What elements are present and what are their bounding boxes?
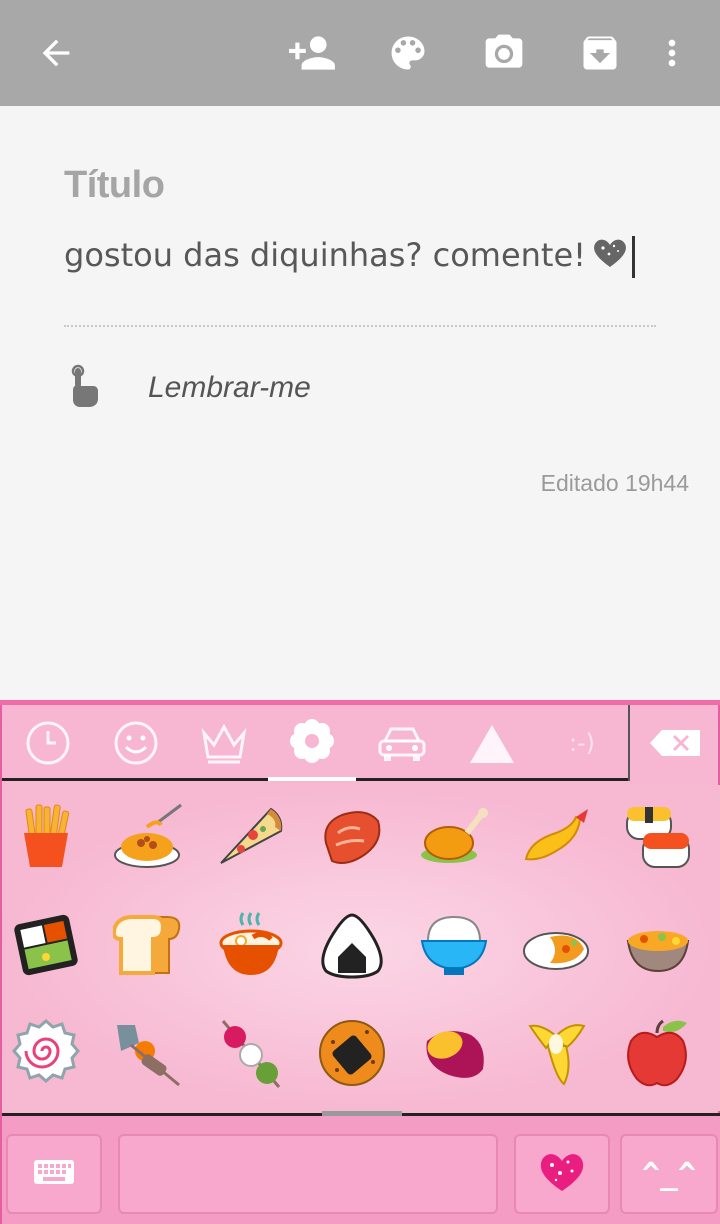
sparkle-heart-icon — [592, 237, 628, 277]
emoji-grid — [2, 785, 720, 1111]
bento-box-icon[interactable] — [6, 905, 86, 985]
roasted-sweet-potato-icon[interactable] — [414, 1013, 494, 1093]
spaghetti-icon[interactable] — [108, 797, 188, 877]
pointing-finger-icon — [64, 364, 100, 413]
note-title-field[interactable]: Título — [64, 164, 165, 207]
sparkle-heart-button[interactable] — [514, 1134, 610, 1214]
more-vert-icon[interactable] — [644, 25, 700, 81]
note-body-text: gostou das diquinhas? comente! — [64, 236, 586, 274]
reminder-label: Lembrar-me — [148, 371, 311, 404]
cooked-rice-icon[interactable] — [414, 905, 494, 985]
banana-icon[interactable] — [516, 1013, 596, 1093]
clock-icon[interactable] — [4, 705, 92, 781]
dango-icon[interactable] — [210, 1013, 290, 1093]
note-body-field[interactable]: gostou das diquinhas? comente! — [64, 236, 635, 278]
fried-shrimp-icon[interactable] — [516, 797, 596, 877]
archive-icon[interactable] — [572, 25, 628, 81]
triangle-icon[interactable] — [448, 705, 536, 781]
crown-icon[interactable] — [180, 705, 268, 781]
divider — [64, 325, 656, 327]
fish-cake-icon[interactable] — [6, 1013, 86, 1093]
pizza-icon[interactable] — [210, 797, 290, 877]
keyboard-toggle-button[interactable] — [6, 1134, 102, 1214]
backspace-icon[interactable] — [638, 715, 714, 771]
bread-icon[interactable] — [108, 905, 188, 985]
sushi-icon[interactable] — [618, 797, 698, 877]
red-apple-icon[interactable] — [618, 1013, 698, 1093]
keyboard-frame: :-) ^_^ — [0, 705, 720, 1224]
stew-icon[interactable] — [618, 905, 698, 985]
poultry-leg-icon[interactable] — [414, 797, 494, 877]
french-fries-icon[interactable] — [6, 797, 86, 877]
car-icon[interactable] — [358, 705, 446, 781]
emoji-keyboard: :-) ^_^ — [0, 700, 720, 1224]
back-arrow-icon[interactable] — [28, 25, 84, 81]
kaomoji-label: ^_^ — [641, 1156, 697, 1192]
app-toolbar — [0, 0, 720, 106]
category-divider — [628, 705, 630, 781]
text-cursor — [631, 236, 635, 278]
keyboard-bottom-row: ^_^ — [2, 1116, 720, 1224]
ramen-icon[interactable] — [210, 905, 290, 985]
smiley-icon[interactable] — [92, 705, 180, 781]
curry-rice-icon[interactable] — [516, 905, 596, 985]
emoticon-tab[interactable]: :-) — [538, 705, 626, 781]
keyboard-icon — [33, 1159, 75, 1190]
flower-icon[interactable] — [268, 705, 356, 781]
space-bar[interactable] — [118, 1134, 498, 1214]
camera-icon[interactable] — [476, 25, 532, 81]
palette-icon[interactable] — [380, 25, 436, 81]
rice-cracker-icon[interactable] — [312, 1013, 392, 1093]
oden-icon[interactable] — [108, 1013, 188, 1093]
note-editor: Título gostou das diquinhas? comente! Le… — [0, 106, 720, 700]
edited-timestamp: Editado 19h44 — [540, 470, 689, 496]
sparkle-heart-icon — [538, 1151, 586, 1198]
meat-icon[interactable] — [312, 797, 392, 877]
emoticon-tab-label: :-) — [568, 729, 596, 757]
add-collaborator-icon[interactable] — [284, 25, 340, 81]
rice-ball-icon[interactable] — [312, 905, 392, 985]
emoji-category-bar: :-) — [2, 705, 630, 781]
reminder-button[interactable]: Lembrar-me — [64, 364, 311, 412]
kaomoji-button[interactable]: ^_^ — [620, 1134, 718, 1214]
